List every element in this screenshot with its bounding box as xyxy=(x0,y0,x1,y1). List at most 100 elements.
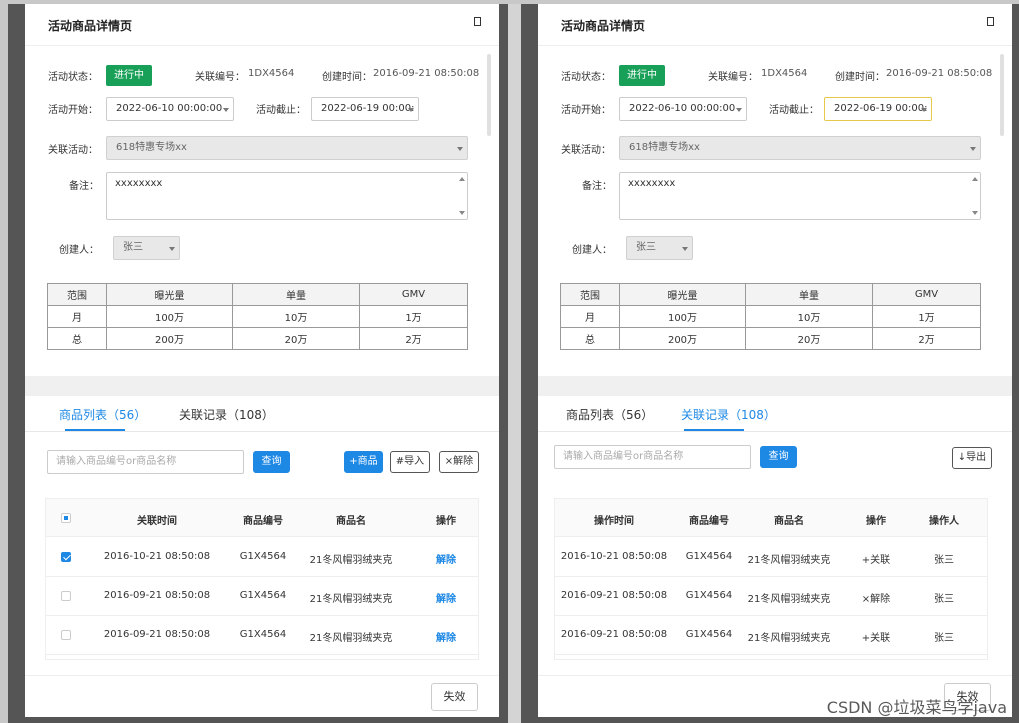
chevron-down-icon xyxy=(169,247,175,251)
start-label: 活动开始： xyxy=(561,105,611,116)
note-label: 备注： xyxy=(69,181,99,192)
end-label: 活动截止： xyxy=(256,105,306,116)
grid-header-cell: 关联时间 xyxy=(137,516,177,527)
query-button[interactable]: 查询 xyxy=(253,451,290,473)
start-time-select[interactable]: 2022-06-10 00:00:00 xyxy=(619,97,747,121)
table-row[interactable]: 2016-09-21 08:50:08 G1X4564 21冬风帽羽绒夹克 ×解… xyxy=(555,577,987,616)
status-label: 活动状态： xyxy=(48,72,98,83)
chevron-down-icon xyxy=(970,147,976,151)
row-time: 2016-10-21 08:50:08 xyxy=(103,551,211,562)
section-divider xyxy=(538,376,1012,396)
scroll-down-icon[interactable] xyxy=(459,211,465,215)
add-product-button[interactable]: +商品 xyxy=(344,451,383,473)
row-checkbox[interactable] xyxy=(61,552,71,562)
stats-cell: 总 xyxy=(47,327,107,350)
query-button[interactable]: 查询 xyxy=(760,446,797,468)
note-value: xxxxxxxx xyxy=(628,178,676,189)
row-checkbox[interactable] xyxy=(61,591,71,601)
detail-panel-right: 活动商品详情页 活动状态： 进行中 关联编号： 1DX4564 创建时间： 20… xyxy=(538,4,1012,717)
table-row[interactable]: 2016-09-21 08:50:08 G1X4564 21冬风帽羽绒夹克 解除 xyxy=(46,577,478,616)
grid-header-cell: 操作人 xyxy=(929,516,959,527)
link-no-value: 1DX4564 xyxy=(248,68,295,79)
chevron-down-icon xyxy=(457,147,463,151)
row-user: 张三 xyxy=(934,633,954,644)
row-code: G1X4564 xyxy=(685,551,733,562)
grid-header: 操作时间 商品编号 商品名 操作 操作人 xyxy=(555,499,987,537)
stats-cell: 200万 xyxy=(619,327,746,350)
watermark: CSDN @垃圾菜鸟学java xyxy=(826,698,1007,717)
search-input[interactable]: 请输入商品编号or商品名称 xyxy=(554,445,751,469)
creator-select[interactable]: 张三 xyxy=(626,236,693,260)
chevron-down-icon xyxy=(921,108,927,112)
page-title: 活动商品详情页 xyxy=(48,19,133,33)
select-all-checkbox[interactable] xyxy=(61,513,71,523)
table-row[interactable]: 2016-10-21 08:50:08 G1X4564 21冬风帽羽绒夹克 +关… xyxy=(555,538,987,577)
tab-product-list[interactable]: 商品列表（56） xyxy=(59,406,146,423)
stats-cell: 2万 xyxy=(872,327,981,350)
grid-header-cell: 商品名 xyxy=(336,516,366,527)
end-time-select[interactable]: 2022-06-19 00:00: xyxy=(311,97,419,121)
activity-select[interactable]: 618特惠专场xx xyxy=(106,136,468,160)
activity-select[interactable]: 618特惠专场xx xyxy=(619,136,981,160)
creator-value: 张三 xyxy=(636,242,656,253)
creator-value: 张三 xyxy=(123,242,143,253)
stats-cell: 100万 xyxy=(619,305,746,328)
note-textarea[interactable]: xxxxxxxx xyxy=(106,172,468,220)
activity-label: 关联活动： xyxy=(48,145,98,156)
active-tab-indicator xyxy=(684,429,744,431)
stats-cell: 100万 xyxy=(106,305,233,328)
note-value: xxxxxxxx xyxy=(115,178,163,189)
export-button[interactable]: ↓导出 xyxy=(952,447,992,469)
start-time-select[interactable]: 2022-06-10 00:00:00 xyxy=(106,97,234,121)
close-icon[interactable] xyxy=(474,17,481,26)
creator-select[interactable]: 张三 xyxy=(113,236,180,260)
end-label: 活动截止： xyxy=(769,105,819,116)
row-checkbox[interactable] xyxy=(61,630,71,640)
stats-cell: 1万 xyxy=(872,305,981,328)
note-textarea[interactable]: xxxxxxxx xyxy=(619,172,981,220)
row-remove-link[interactable]: 解除 xyxy=(436,629,456,644)
tab-product-list[interactable]: 商品列表（56） xyxy=(566,406,653,423)
tab-bar: 商品列表（56） 关联记录（108） xyxy=(25,396,499,432)
panel-footer: 失效 xyxy=(25,675,499,717)
start-time-value: 2022-06-10 00:00:00 xyxy=(116,103,223,114)
table-row[interactable]: 2016-10-21 08:50:08 G1X4564 21冬风帽羽绒夹克 解除 xyxy=(46,538,478,577)
scrollbar[interactable] xyxy=(1000,54,1004,136)
stats-header: 曝光量 xyxy=(619,283,746,306)
row-remove-link[interactable]: 解除 xyxy=(436,551,456,566)
stats-table: 范围 曝光量 单量 GMV 月 100万 10万 1万 总 200万 20万 2… xyxy=(560,283,981,350)
record-grid: 操作时间 商品编号 商品名 操作 操作人 2016-10-21 08:50:08… xyxy=(554,498,988,660)
end-time-select[interactable]: 2022-06-19 00:00: xyxy=(824,97,932,121)
invalidate-button[interactable]: 失效 xyxy=(431,683,478,711)
close-icon[interactable] xyxy=(987,17,994,26)
import-button[interactable]: #导入 xyxy=(390,451,430,473)
activity-label: 关联活动： xyxy=(561,145,611,156)
created-label: 创建时间： xyxy=(835,72,885,83)
scroll-up-icon[interactable] xyxy=(459,177,465,181)
stats-header: 范围 xyxy=(47,283,107,306)
table-row[interactable]: 2016-09-21 08:50:08 G1X4564 21冬风帽羽绒夹克 +关… xyxy=(555,616,987,655)
tab-link-records[interactable]: 关联记录（108） xyxy=(681,406,776,423)
search-input[interactable]: 请输入商品编号or商品名称 xyxy=(47,450,244,474)
start-label: 活动开始： xyxy=(48,105,98,116)
row-name: 21冬风帽羽绒夹克 xyxy=(309,555,393,566)
scroll-up-icon[interactable] xyxy=(972,177,978,181)
stats-header: 范围 xyxy=(560,283,620,306)
stats-cell: 10万 xyxy=(232,305,360,328)
stats-cell: 10万 xyxy=(745,305,873,328)
tab-link-records[interactable]: 关联记录（108） xyxy=(179,406,274,423)
row-code: G1X4564 xyxy=(239,629,287,640)
stats-cell: 20万 xyxy=(232,327,360,350)
grid-header-cell: 商品编号 xyxy=(243,516,283,527)
chevron-down-icon xyxy=(736,108,742,112)
created-value: 2016-09-21 08:50:08 xyxy=(373,68,480,79)
table-row[interactable]: 2016-09-21 08:50:08 G1X4564 21冬风帽羽绒夹克 解除 xyxy=(46,616,478,655)
remove-button[interactable]: ×解除 xyxy=(439,451,479,473)
scrollbar[interactable] xyxy=(487,54,491,136)
page-title: 活动商品详情页 xyxy=(561,19,646,33)
section-divider xyxy=(25,376,499,396)
row-remove-link[interactable]: 解除 xyxy=(436,590,456,605)
scroll-down-icon[interactable] xyxy=(972,211,978,215)
stats-header: 曝光量 xyxy=(106,283,233,306)
grid-header-cell: 操作 xyxy=(866,516,886,527)
